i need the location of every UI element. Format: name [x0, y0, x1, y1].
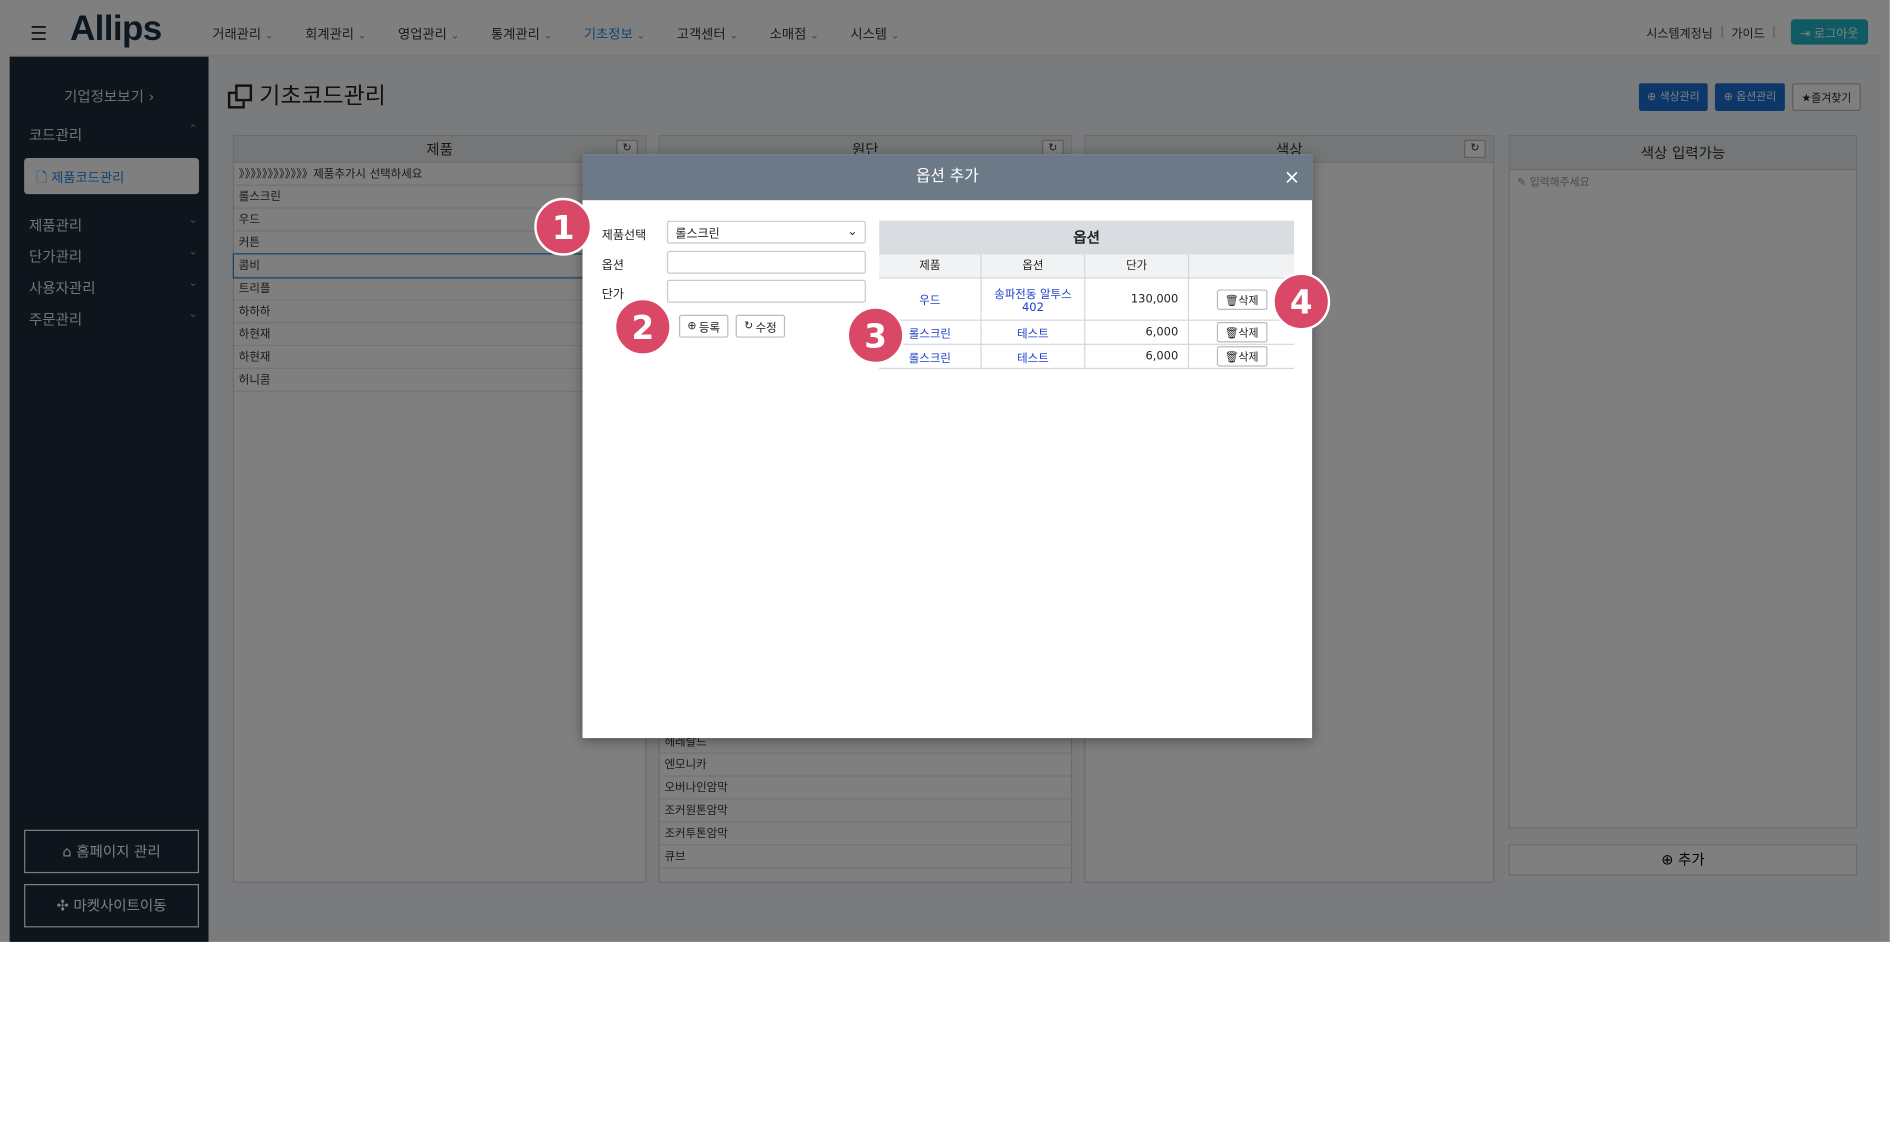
delete-button[interactable]: 🗑삭제	[1216, 322, 1267, 343]
column-header: 옵션	[982, 254, 1086, 278]
trash-icon: 🗑	[1224, 294, 1239, 307]
table-header: 제품 옵션 단가	[879, 254, 1295, 279]
register-button[interactable]: ⊕ 등록	[678, 314, 729, 338]
plus-circle-icon: ⊕	[687, 320, 697, 333]
row-option[interactable]: 송파전동 알투스 402	[982, 278, 1086, 320]
option-label: 옵션	[601, 259, 624, 273]
option-add-modal: 옵션 추가 × 제품선택 롤스크린 ⌄ 옵션 단가 ⊕ 등록 ↻ 수정 옵션 제품 옵…	[582, 154, 1313, 739]
callout-marker-1: 1	[534, 197, 593, 256]
callout-marker-2: 2	[613, 297, 672, 356]
callout-marker-3: 3	[846, 306, 905, 365]
row-option[interactable]: 테스트	[982, 320, 1086, 344]
row-action: 🗑삭제	[1189, 321, 1294, 344]
row-price: 6,000	[1085, 320, 1190, 344]
modal-header: 옵션 추가 ×	[582, 154, 1313, 201]
table-row: 우드 송파전동 알투스 402 130,000 🗑삭제	[879, 278, 1295, 321]
trash-icon: 🗑	[1224, 328, 1239, 341]
row-action: 🗑삭제	[1189, 345, 1294, 368]
chevron-down-icon: ⌄	[847, 225, 858, 239]
refresh-icon: ↻	[744, 320, 754, 333]
delete-button[interactable]: 🗑삭제	[1216, 346, 1267, 367]
table-row: 롤스크린 테스트 6,000 🗑삭제	[879, 344, 1295, 370]
option-table: 옵션 제품 옵션 단가 우드 송파전동 알투스 402 130,000 🗑삭제 …	[879, 220, 1295, 370]
callout-marker-4: 4	[1272, 272, 1331, 331]
product-select-label: 제품선택	[601, 229, 647, 243]
delete-button[interactable]: 🗑삭제	[1216, 288, 1267, 310]
price-label: 단가	[601, 288, 624, 302]
row-option[interactable]: 테스트	[982, 344, 1086, 368]
option-input[interactable]	[666, 250, 866, 274]
table-row: 롤스크린 테스트 6,000 🗑삭제	[879, 320, 1295, 345]
price-input[interactable]	[666, 279, 866, 303]
row-price: 6,000	[1085, 344, 1190, 368]
row-price: 130,000	[1085, 278, 1190, 320]
trash-icon: 🗑	[1224, 352, 1239, 365]
table-title: 옵션	[879, 220, 1295, 255]
column-header: 단가	[1085, 254, 1190, 278]
edit-button[interactable]: ↻ 수정	[735, 314, 786, 338]
product-select[interactable]: 롤스크린 ⌄	[666, 220, 866, 244]
column-header	[1189, 254, 1294, 277]
column-header: 제품	[879, 254, 982, 278]
close-icon[interactable]: ×	[1284, 154, 1300, 200]
